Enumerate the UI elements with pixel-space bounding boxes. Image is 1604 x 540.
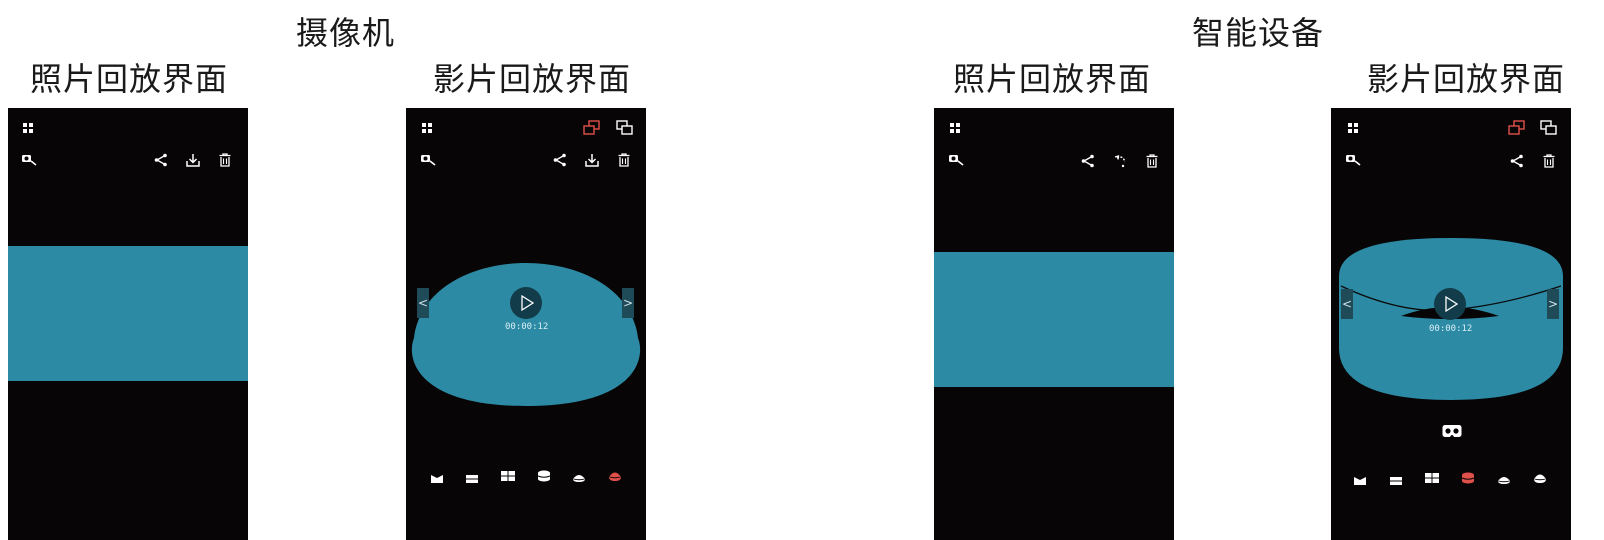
group-title-camera: 摄像机 <box>296 14 396 52</box>
download-icon[interactable] <box>186 153 200 167</box>
device-photo-screen <box>934 108 1174 540</box>
view-mode-icon[interactable] <box>583 120 601 136</box>
trash-icon[interactable] <box>1543 154 1555 168</box>
prev-arrow-button[interactable]: < <box>1341 289 1353 319</box>
mode-split-2-icon[interactable] <box>1389 471 1403 490</box>
play-button[interactable] <box>510 287 542 319</box>
camera-switch-icon[interactable] <box>948 152 964 166</box>
mode-cylinder-icon[interactable] <box>537 467 551 486</box>
download-icon[interactable] <box>585 153 599 167</box>
grid-icon[interactable] <box>23 123 33 133</box>
caption-device-photo: 照片回放界面 <box>953 60 1152 98</box>
camera-switch-icon[interactable] <box>420 152 436 166</box>
share-icon[interactable] <box>154 153 168 167</box>
mode-dome-icon[interactable] <box>1497 470 1511 489</box>
share-icon[interactable] <box>1510 154 1524 168</box>
next-arrow-button[interactable]: > <box>622 288 634 318</box>
mode-split-4-icon[interactable] <box>1424 469 1440 488</box>
view-mode-alt-icon[interactable] <box>616 120 634 136</box>
mode-dome-icon[interactable] <box>572 468 586 487</box>
trash-icon[interactable] <box>219 153 231 167</box>
mode-split-2-icon[interactable] <box>465 469 479 488</box>
timecode: 00:00:12 <box>1429 324 1473 334</box>
view-mode-icon[interactable] <box>1508 120 1526 136</box>
play-button[interactable] <box>1434 288 1466 320</box>
vr-headset-icon[interactable] <box>1442 424 1462 438</box>
share-icon[interactable] <box>553 153 567 167</box>
mode-panorama-icon[interactable] <box>1353 471 1367 490</box>
mode-cylinder-icon[interactable] <box>1461 469 1475 488</box>
camera-photo-screen <box>8 108 248 540</box>
camera-switch-icon[interactable] <box>1345 152 1361 166</box>
group-title-smart-device: 智能设备 <box>1192 14 1325 52</box>
camera-video-screen: < > 00:00:12 <box>406 108 646 540</box>
timecode: 00:00:12 <box>505 322 549 332</box>
mode-globe-icon[interactable] <box>1533 469 1547 488</box>
next-arrow-button[interactable]: > <box>1547 289 1559 319</box>
mode-globe-icon[interactable] <box>608 467 622 486</box>
photo-view[interactable] <box>8 246 248 381</box>
grid-icon[interactable] <box>422 123 432 133</box>
caption-device-video: 影片回放界面 <box>1367 60 1566 98</box>
cylinder-video-view[interactable] <box>1331 236 1571 406</box>
caption-camera-photo: 照片回放界面 <box>30 60 229 98</box>
mode-panorama-icon[interactable] <box>430 469 444 488</box>
grid-icon[interactable] <box>1348 123 1358 133</box>
prev-arrow-button[interactable]: < <box>417 288 429 318</box>
trash-icon[interactable] <box>1146 154 1158 168</box>
play-icon <box>521 294 535 312</box>
trash-icon[interactable] <box>618 153 630 167</box>
mode-split-4-icon[interactable] <box>500 467 516 486</box>
caption-camera-video: 影片回放界面 <box>433 60 632 98</box>
view-mode-alt-icon[interactable] <box>1540 120 1558 136</box>
camera-switch-icon[interactable] <box>21 152 37 166</box>
share-icon[interactable] <box>1081 154 1095 168</box>
grid-icon[interactable] <box>950 123 960 133</box>
play-icon <box>1445 295 1459 313</box>
device-video-screen: < > 00:00:12 <box>1331 108 1571 540</box>
photo-view[interactable] <box>934 252 1174 387</box>
rotate-icon[interactable] <box>1114 154 1128 168</box>
